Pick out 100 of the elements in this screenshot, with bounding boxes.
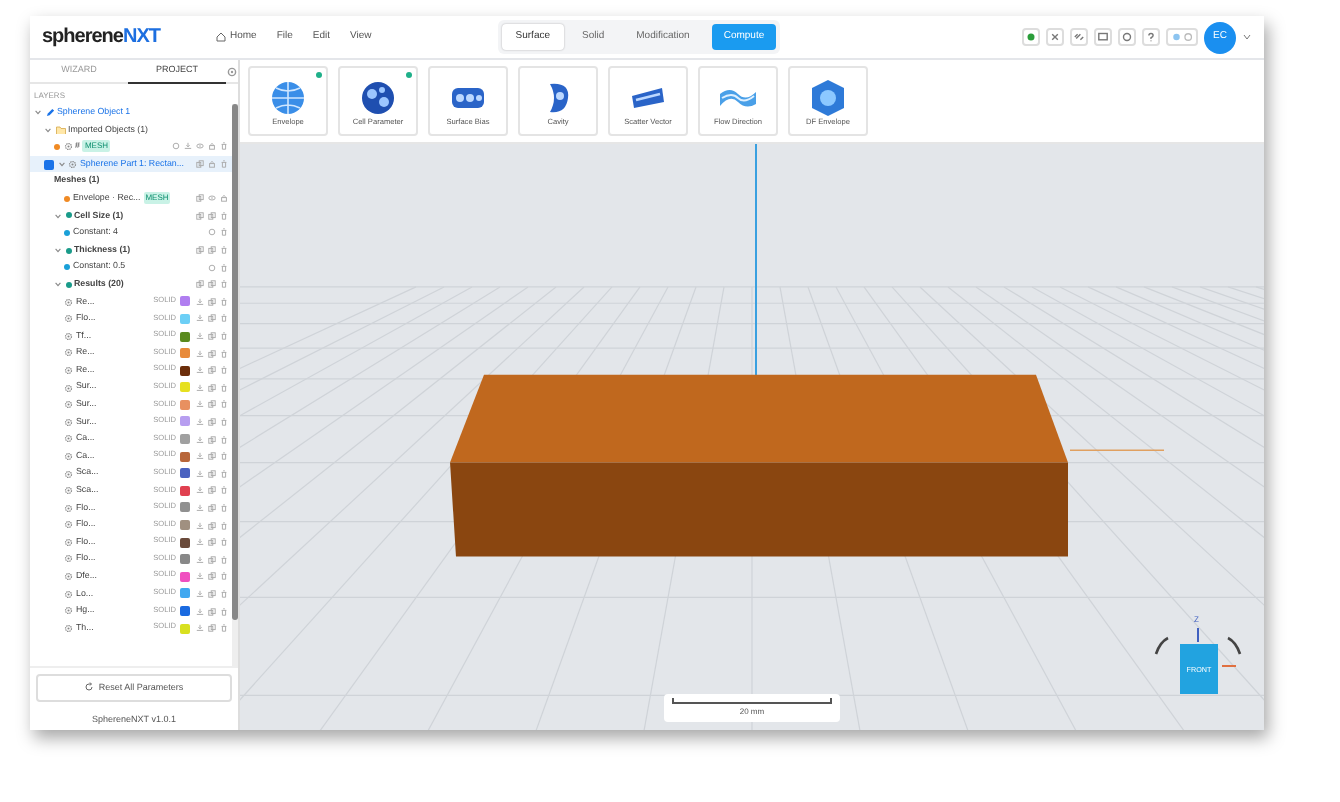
download-icon[interactable] [196,366,204,375]
trash-icon[interactable] [220,607,228,616]
color-swatch[interactable] [179,331,189,342]
trash-icon[interactable] [220,538,228,547]
copy-icon[interactable] [208,417,216,426]
download-icon[interactable] [196,332,204,341]
copy-icon[interactable] [208,521,216,530]
download-icon[interactable] [196,572,204,581]
copy-icon[interactable] [208,486,216,495]
trash-icon[interactable] [220,555,228,564]
trash-icon[interactable] [220,332,228,341]
trash-icon[interactable] [220,246,228,255]
color-swatch[interactable] [179,468,189,479]
color-swatch[interactable] [179,520,189,531]
download-icon[interactable] [196,503,204,512]
lock-icon[interactable] [208,142,216,151]
link-icon[interactable] [1072,30,1086,44]
download-icon[interactable] [196,435,204,444]
copy-icon[interactable] [208,555,216,564]
copy-icon[interactable] [196,246,204,255]
copy-icon[interactable] [208,538,216,547]
copy-icon[interactable] [196,160,204,169]
settings-icon[interactable] [226,65,238,77]
caret-icon[interactable] [1242,32,1252,42]
copy-icon[interactable] [208,589,216,598]
trash-icon[interactable] [220,314,228,323]
download-icon[interactable] [196,521,204,530]
color-swatch[interactable] [179,296,189,307]
color-swatch[interactable] [179,588,189,599]
trash-icon[interactable] [220,521,228,530]
circle-icon[interactable] [172,142,180,151]
circle-icon[interactable] [208,228,216,237]
color-swatch[interactable] [179,416,189,427]
download-icon[interactable] [196,400,204,409]
checkbox[interactable] [44,159,54,170]
chat-icon[interactable] [1096,30,1110,44]
box-model[interactable] [450,374,1068,557]
copy-icon[interactable] [208,246,216,255]
color-swatch[interactable] [179,606,189,617]
copy-icon[interactable] [208,332,216,341]
copy-icon[interactable] [208,366,216,375]
download-icon[interactable] [196,383,204,392]
color-swatch[interactable] [179,382,189,393]
circle-icon[interactable] [208,263,216,272]
color-swatch[interactable] [179,571,189,582]
trash-icon[interactable] [220,349,228,358]
copy-icon[interactable] [208,503,216,512]
eye-icon[interactable] [208,194,216,203]
color-swatch[interactable] [179,434,189,445]
copy-icon[interactable] [208,349,216,358]
copy-icon[interactable] [208,435,216,444]
trash-icon[interactable] [220,160,228,169]
trash-icon[interactable] [220,383,228,392]
scrollbar[interactable] [232,104,238,621]
download-icon[interactable] [196,607,204,616]
copy-icon[interactable] [208,297,216,306]
download-icon[interactable] [184,142,192,151]
download-icon[interactable] [196,589,204,598]
color-swatch[interactable] [179,623,189,634]
eye-icon[interactable] [196,142,204,151]
download-icon[interactable] [196,486,204,495]
download-icon[interactable] [196,297,204,306]
rotate-right-icon[interactable] [1227,636,1242,655]
trash-icon[interactable] [220,280,228,289]
trash-icon[interactable] [220,589,228,598]
color-swatch[interactable] [179,502,189,513]
copy-icon[interactable] [208,280,216,289]
trash-icon[interactable] [220,211,228,220]
lock-icon[interactable] [208,160,216,169]
trash-icon[interactable] [220,297,228,306]
trash-icon[interactable] [220,228,228,237]
chevron-icon[interactable] [57,160,65,169]
download-icon[interactable] [196,452,204,461]
status-icon[interactable] [1024,30,1038,44]
download-icon[interactable] [196,349,204,358]
color-swatch[interactable] [179,399,189,410]
download-icon[interactable] [196,555,204,564]
trash-icon[interactable] [220,624,228,633]
download-icon[interactable] [196,417,204,426]
copy-icon[interactable] [208,624,216,633]
view-cube[interactable] [1180,644,1218,694]
copy-icon[interactable] [208,572,216,581]
copy-icon[interactable] [208,383,216,392]
copy-icon[interactable] [208,452,216,461]
trash-icon[interactable] [220,263,228,272]
color-swatch[interactable] [179,485,189,496]
copy-icon[interactable] [208,607,216,616]
copy-icon[interactable] [208,400,216,409]
trash-icon[interactable] [220,486,228,495]
color-swatch[interactable] [179,451,189,462]
copy-icon[interactable] [208,469,216,478]
help-icon[interactable] [1144,30,1158,44]
copy-icon[interactable] [208,314,216,323]
download-icon[interactable] [196,314,204,323]
close-icon[interactable] [1048,30,1062,44]
copy-icon[interactable] [196,211,204,220]
download-icon[interactable] [196,624,204,633]
trash-icon[interactable] [220,572,228,581]
trash-icon[interactable] [220,452,228,461]
color-swatch[interactable] [179,537,189,548]
